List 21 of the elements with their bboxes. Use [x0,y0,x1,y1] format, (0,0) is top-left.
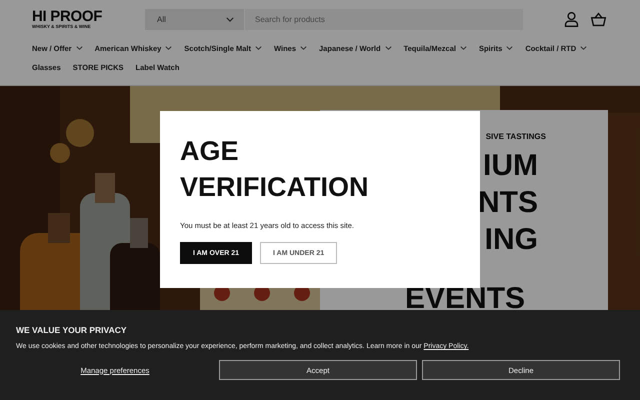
chevron-icon [384,46,392,50]
chevron-icon [300,46,308,50]
chevron-icon [580,46,588,50]
promo-heading: NTS [478,185,538,221]
category-select[interactable]: All [145,8,245,30]
chevron-icon [226,16,234,22]
logo-wordmark[interactable]: HI PROOF [32,10,145,24]
chevron-icon [165,46,172,50]
chevron-icon [506,46,514,50]
promo-eyebrow: SIVE TASTINGS [486,132,546,141]
basket-icon[interactable] [590,10,607,28]
banner-title: WE VALUE YOUR PRIVACY [16,325,128,335]
chevron-icon [460,46,467,50]
promo-heading: ING [484,222,538,258]
chevron-icon [254,46,262,50]
chevron-icon [76,46,83,50]
dialog-title: AGE VERIFICATION [180,135,370,204]
promo-heading: EVENTS [405,288,526,310]
search-field[interactable]: Search for products [245,8,523,30]
promo-heading: IUM [483,148,538,184]
user-icon[interactable] [563,10,580,28]
